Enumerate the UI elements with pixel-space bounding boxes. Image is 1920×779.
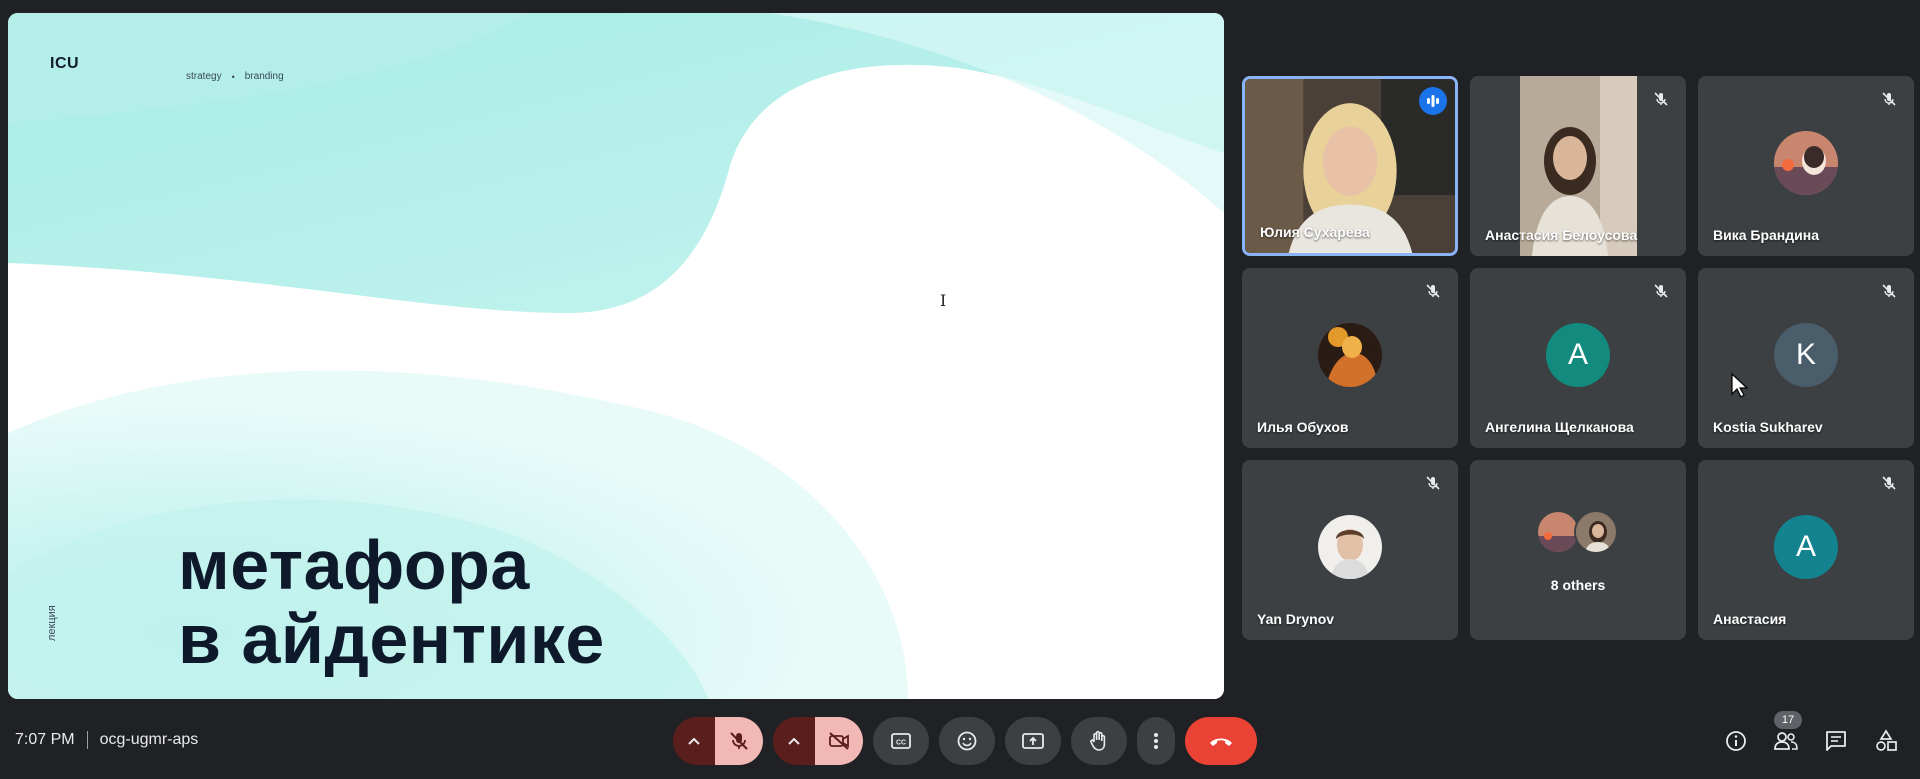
participant-name: Юлия Сухарева — [1260, 224, 1370, 240]
muted-mic-icon — [1878, 472, 1900, 494]
slide-logo: ICU — [50, 55, 80, 72]
closed-captions-icon: CC — [891, 733, 911, 749]
participant-initial-avatar: K — [1774, 323, 1838, 387]
slide-tag-strategy: strategy — [186, 71, 222, 82]
participant-tile-ilya[interactable]: Илья Обухов — [1242, 268, 1458, 448]
participant-tile-yan[interactable]: Yan Drynov — [1242, 460, 1458, 640]
reactions-button[interactable] — [939, 717, 995, 765]
info-icon — [1726, 731, 1746, 751]
muted-mic-icon — [1422, 472, 1444, 494]
chat-button[interactable] — [1822, 727, 1850, 755]
participant-avatar — [1774, 131, 1838, 195]
participant-initial-avatar: A — [1774, 515, 1838, 579]
people-button[interactable]: 17 — [1772, 711, 1802, 755]
audio-options-button[interactable] — [673, 717, 715, 765]
participant-tile-kostia[interactable]: K Kostia Sukharev — [1698, 268, 1914, 448]
bottom-toolbar: 7:07 PM ocg-ugmr-aps CC 17 — [0, 705, 1920, 779]
mouse-pointer-icon — [1730, 372, 1750, 403]
slide-tag-separator: • — [231, 71, 235, 82]
chat-icon — [1826, 731, 1846, 751]
slide-tag-branding: branding — [244, 71, 284, 82]
present-screen-button[interactable] — [1005, 717, 1061, 765]
other-avatar — [1574, 510, 1618, 554]
activities-shapes-icon — [1876, 729, 1897, 751]
participant-tile-anastasia-belousova[interactable]: Анастасия Белоусова — [1470, 76, 1686, 256]
more-vert-icon — [1154, 733, 1158, 749]
participant-name: Анастасия Белоусова — [1485, 227, 1638, 243]
participant-avatar — [1318, 515, 1382, 579]
camera-control-group — [773, 717, 863, 765]
camera-toggle-button[interactable] — [815, 717, 863, 765]
participant-tile-anastasia[interactable]: A Анастасия — [1698, 460, 1914, 640]
video-options-button[interactable] — [773, 717, 815, 765]
mic-off-icon — [730, 732, 748, 750]
muted-mic-icon — [1650, 280, 1672, 302]
participant-avatar — [1318, 323, 1382, 387]
participant-name: Ангелина Щелканова — [1485, 419, 1634, 435]
presentation-screen: ICU strategy • branding метафора в айден… — [8, 13, 1224, 699]
muted-mic-icon — [1650, 88, 1672, 110]
participant-name: Yan Drynov — [1257, 611, 1335, 627]
side-panel-controls: 17 — [1722, 711, 1900, 755]
participant-initial-avatar: A — [1546, 323, 1610, 387]
more-options-button[interactable] — [1137, 717, 1175, 765]
hang-up-icon — [1210, 738, 1232, 746]
slide-side-label: лекция — [46, 605, 58, 641]
raise-hand-button[interactable] — [1071, 717, 1127, 765]
meeting-info-divider — [86, 731, 88, 749]
meeting-code: ocg-ugmr-aps — [99, 731, 199, 748]
call-controls: CC — [673, 717, 1257, 765]
slide-title-line-2: в айдентике — [178, 600, 605, 678]
participant-name: Kostia Sukharev — [1713, 419, 1823, 435]
muted-mic-icon — [1422, 280, 1444, 302]
muted-mic-icon — [1878, 280, 1900, 302]
slide-tags: strategy • branding — [186, 71, 284, 82]
camera-off-icon — [829, 732, 849, 750]
captions-button[interactable]: CC — [873, 717, 929, 765]
svg-text:CC: CC — [896, 740, 906, 747]
participant-name: Вика Брандина — [1713, 227, 1819, 243]
participant-count-badge: 17 — [1774, 711, 1802, 729]
leave-call-button[interactable] — [1185, 717, 1257, 765]
slide-title-line-1: метафора — [178, 526, 530, 604]
participant-tile-vika[interactable]: Вика Брандина — [1698, 76, 1914, 256]
meeting-details-button[interactable] — [1722, 727, 1750, 755]
meeting-time: 7:07 PM — [15, 731, 75, 748]
activities-button[interactable] — [1872, 727, 1900, 755]
text-cursor-icon: I — [940, 291, 947, 310]
emoji-icon — [957, 731, 977, 751]
participant-name: Анастасия — [1713, 611, 1787, 627]
slide-title: метафора в айдентике — [178, 528, 605, 676]
participant-name: Илья Обухов — [1257, 419, 1349, 435]
meeting-info: 7:07 PM ocg-ugmr-aps — [15, 731, 198, 749]
participant-tile-yulia[interactable]: Юлия Сухарева — [1242, 76, 1458, 256]
chevron-up-icon — [688, 737, 700, 745]
others-avatar-stack — [1536, 510, 1626, 560]
others-count-label: 8 others — [1550, 577, 1606, 593]
chevron-up-icon — [788, 737, 800, 745]
microphone-toggle-button[interactable] — [715, 717, 763, 765]
hand-icon — [1090, 730, 1106, 751]
microphone-control-group — [673, 717, 763, 765]
muted-mic-icon — [1878, 88, 1900, 110]
speaking-indicator-icon — [1419, 87, 1447, 115]
people-icon — [1774, 732, 1798, 750]
present-screen-icon — [1022, 733, 1044, 749]
participant-tile-angelina[interactable]: A Ангелина Щелканова — [1470, 268, 1686, 448]
participant-tile-others[interactable]: 8 others — [1470, 460, 1686, 640]
